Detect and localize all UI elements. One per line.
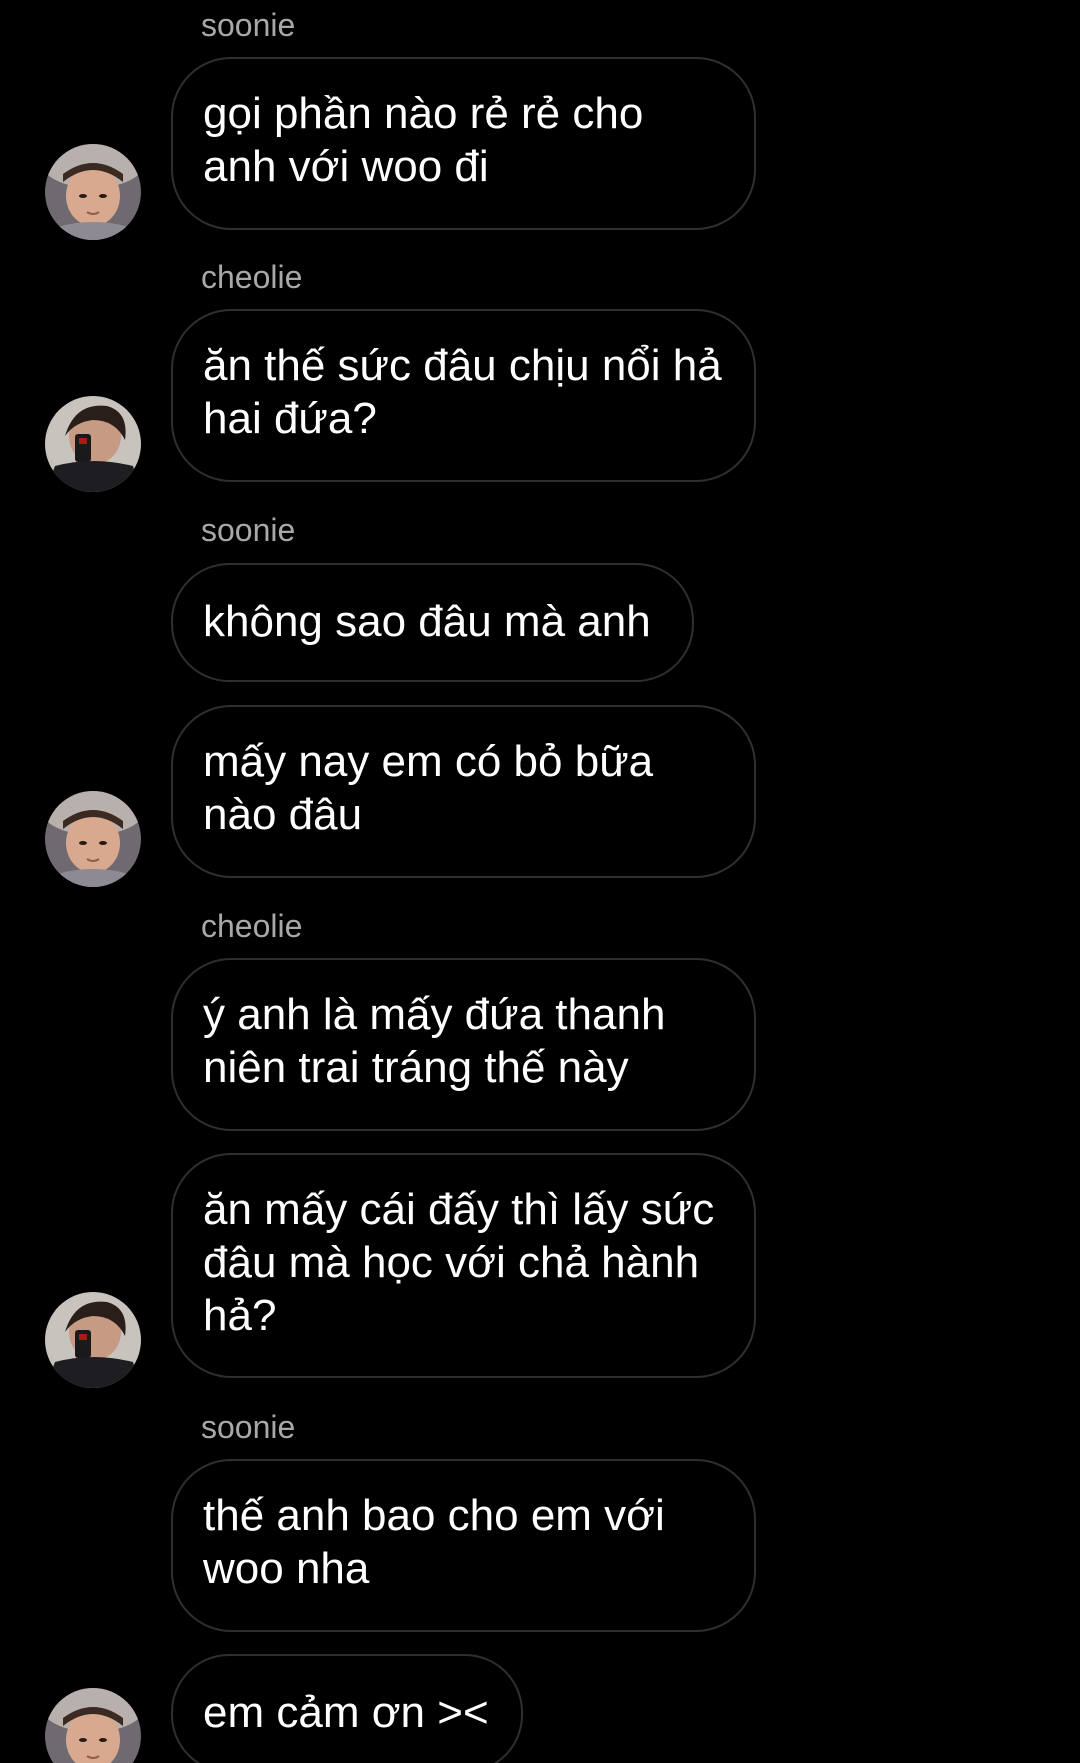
- message-bubble[interactable]: ý anh là mấy đứa thanh niên trai tráng t…: [171, 958, 756, 1131]
- message-bubble[interactable]: gọi phần nào rẻ rẻ cho anh với woo đi: [171, 57, 756, 230]
- message-bubble[interactable]: ăn mấy cái đấy thì lấy sức đâu mà học vớ…: [171, 1153, 756, 1378]
- avatar-soonie[interactable]: [45, 791, 141, 887]
- avatar-cheolie[interactable]: [45, 396, 141, 492]
- message-bubble[interactable]: em cảm ơn ><: [171, 1654, 523, 1763]
- sender-name: soonie: [201, 1409, 296, 1445]
- chat-screen: soonie gọi phần nào rẻ rẻ cho anh với wo…: [0, 0, 1080, 1763]
- sender-name: cheolie: [201, 259, 303, 295]
- sender-name: soonie: [201, 512, 296, 548]
- sender-name: soonie: [201, 7, 296, 43]
- message-bubble[interactable]: mấy nay em có bỏ bữa nào đâu: [171, 705, 756, 878]
- avatar-soonie[interactable]: [45, 1688, 141, 1763]
- sender-name: cheolie: [201, 908, 303, 944]
- message-bubble[interactable]: thế anh bao cho em với woo nha: [171, 1459, 756, 1632]
- avatar-soonie[interactable]: [45, 144, 141, 240]
- message-bubble[interactable]: không sao đâu mà anh: [171, 563, 694, 682]
- message-bubble[interactable]: ăn thế sức đâu chịu nổi hả hai đứa?: [171, 309, 756, 482]
- avatar-cheolie[interactable]: [45, 1292, 141, 1388]
